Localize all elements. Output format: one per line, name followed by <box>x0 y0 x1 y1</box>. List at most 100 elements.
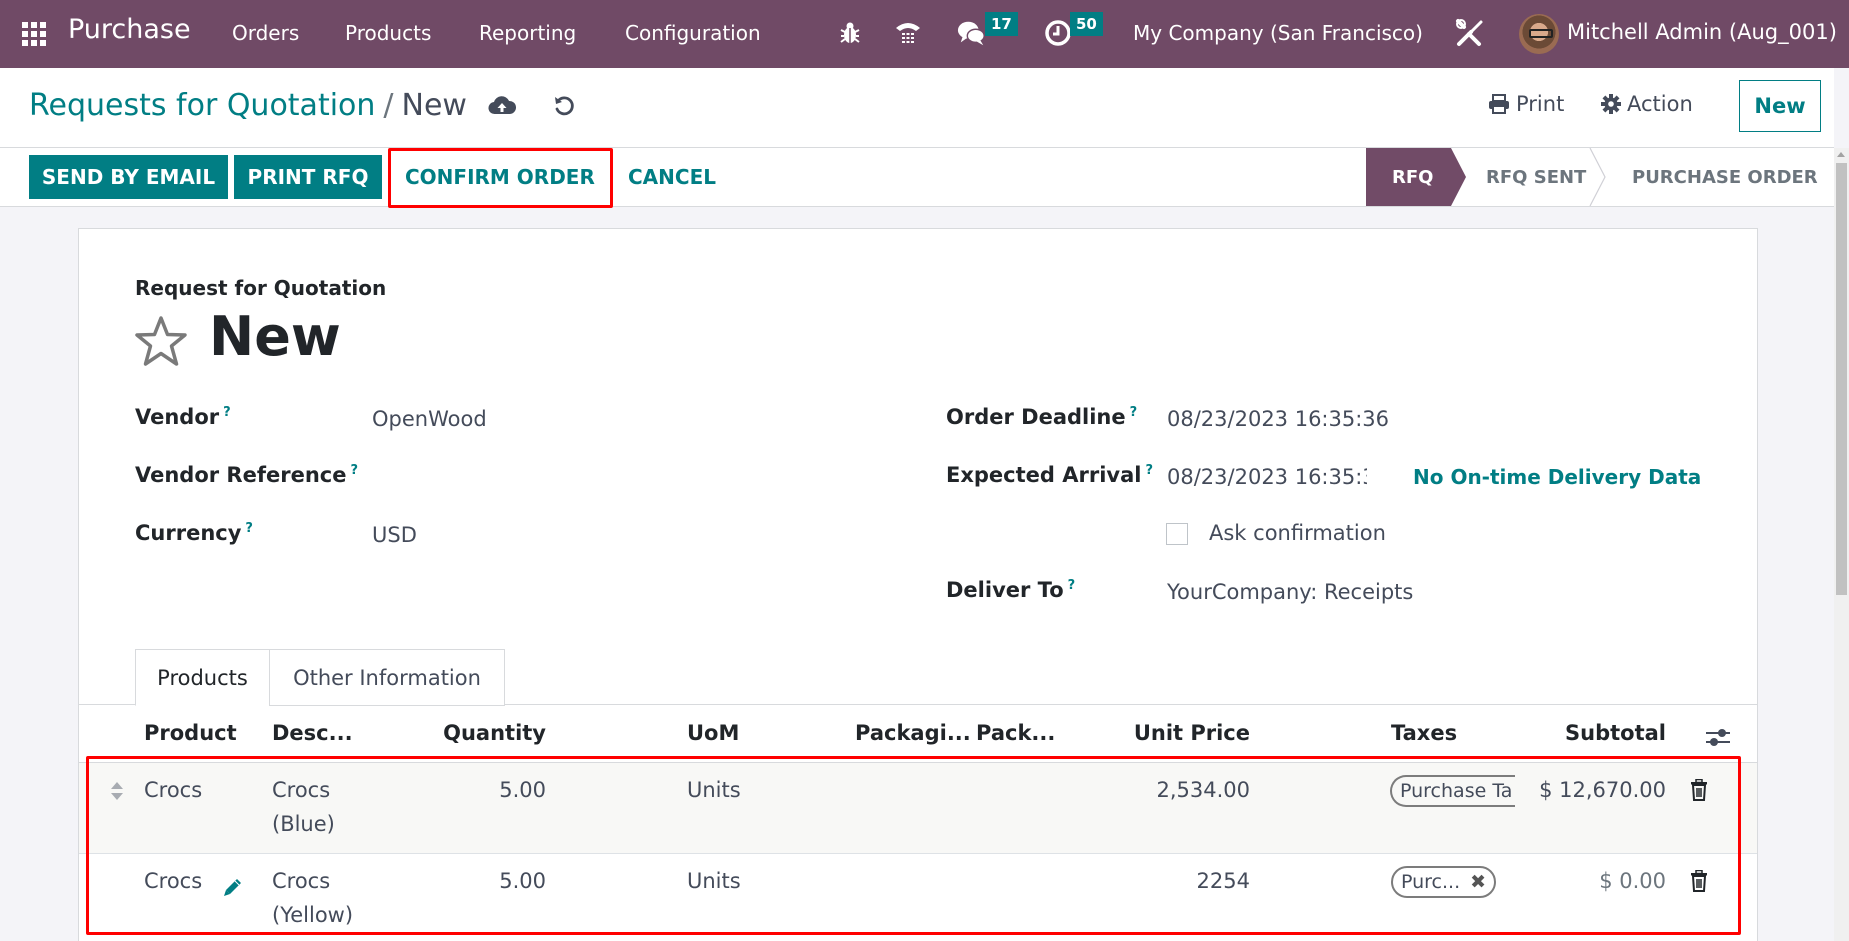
help-tooltip-icon[interactable]: ? <box>1145 463 1153 478</box>
status-rfq[interactable]: RFQ <box>1392 148 1434 206</box>
company-switcher[interactable]: My Company (San Francisco) <box>1133 21 1423 45</box>
order-deadline-label: Order Deadline? <box>946 405 1138 429</box>
printer-icon <box>1489 94 1509 114</box>
document-name: New <box>209 305 341 368</box>
line-quantity[interactable]: 5.00 <box>439 864 546 898</box>
help-tooltip-icon[interactable]: ? <box>245 521 253 536</box>
phone-icon[interactable] <box>893 18 923 48</box>
breadcrumb-current: New <box>401 88 467 123</box>
line-tax-tag[interactable]: Purc... ✖ <box>1391 866 1497 898</box>
debug-icon[interactable] <box>835 18 865 48</box>
activities-count-badge: 50 <box>1070 12 1103 36</box>
column-uom[interactable]: UoM <box>687 721 739 745</box>
line-unit-price[interactable]: 2254 <box>1079 864 1250 898</box>
column-packaging[interactable]: Pack... <box>976 721 1055 745</box>
drag-handle-icon[interactable] <box>110 781 124 801</box>
menu-orders[interactable]: Orders <box>232 21 299 45</box>
column-description[interactable]: Desc... <box>272 721 353 745</box>
top-navbar: Purchase Orders Products Reporting Confi… <box>0 0 1849 68</box>
column-taxes[interactable]: Taxes <box>1391 721 1457 745</box>
line-description[interactable]: Crocs (Yellow) <box>272 864 353 932</box>
deliver-to-field[interactable]: YourCompany: Receipts <box>1167 580 1413 604</box>
help-tooltip-icon[interactable]: ? <box>223 405 231 420</box>
help-tooltip-icon[interactable]: ? <box>1130 405 1138 420</box>
line-product[interactable]: Crocs <box>144 864 202 898</box>
print-button[interactable]: Print <box>1488 92 1564 116</box>
notebook-tabs: Products Other Information <box>79 649 1757 706</box>
messages-count-badge: 17 <box>985 12 1018 36</box>
ask-confirmation-checkbox[interactable] <box>1166 523 1188 545</box>
line-subtotal: $ 0.00 <box>1599 869 1666 893</box>
menu-configuration[interactable]: Configuration <box>625 21 761 45</box>
app-menu-icon[interactable] <box>22 22 46 46</box>
breadcrumb-separator: / <box>383 88 394 123</box>
user-avatar[interactable] <box>1519 14 1559 54</box>
activity-clock-icon[interactable] <box>1043 18 1073 48</box>
gear-icon <box>1601 94 1621 114</box>
order-lines-header: Product Desc... Quantity UoM Packagi... … <box>79 705 1757 763</box>
tab-other-information[interactable]: Other Information <box>269 649 505 706</box>
currency-field[interactable]: USD <box>372 523 417 547</box>
column-subtotal[interactable]: Subtotal <box>1519 721 1666 745</box>
settings-tools-icon[interactable] <box>1455 18 1485 48</box>
vertical-scrollbar[interactable] <box>1834 148 1849 941</box>
priority-star-icon[interactable] <box>133 314 189 370</box>
help-tooltip-icon[interactable]: ? <box>1068 578 1076 593</box>
scrollbar-thumb[interactable] <box>1836 163 1847 595</box>
expected-arrival-label: Expected Arrival? <box>946 463 1154 487</box>
delete-line-trash-icon[interactable] <box>1690 869 1708 892</box>
action-label: Action <box>1627 92 1693 116</box>
vendor-field[interactable]: OpenWood <box>372 407 487 431</box>
menu-products[interactable]: Products <box>345 21 431 45</box>
column-product[interactable]: Product <box>144 721 237 745</box>
breadcrumb-parent-link[interactable]: Requests for Quotation <box>29 88 375 123</box>
breadcrumb: Requests for Quotation / New <box>29 88 467 123</box>
on-time-delivery-info: No On-time Delivery Data <box>1413 465 1702 489</box>
cancel-button[interactable]: CANCEL <box>628 155 716 199</box>
expected-arrival-field[interactable]: 08/23/2023 16:35:3 <box>1167 465 1367 489</box>
remove-tag-icon[interactable]: ✖ <box>1470 871 1486 893</box>
messages-icon[interactable] <box>957 18 987 48</box>
confirm-order-button[interactable]: CONFIRM ORDER <box>405 155 595 199</box>
column-packaging-qty[interactable]: Packagi... <box>855 721 971 745</box>
action-button[interactable]: Action <box>1601 92 1693 116</box>
status-rfq-sent[interactable]: RFQ SENT <box>1486 148 1586 206</box>
edit-pencil-icon[interactable] <box>222 876 244 898</box>
line-description[interactable]: Crocs (Blue) <box>272 773 335 841</box>
ask-confirmation-label[interactable]: Ask confirmation <box>1209 521 1386 545</box>
line-subtotal: $ 12,670.00 <box>1539 778 1666 802</box>
line-unit-price[interactable]: 2,534.00 <box>1079 773 1250 807</box>
discard-undo-icon[interactable] <box>552 94 576 118</box>
line-tax-tag[interactable]: Purchase Ta <box>1390 775 1515 807</box>
form-sheet: Request for Quotation New Vendor? OpenWo… <box>78 228 1758 941</box>
send-by-email-button[interactable]: SEND BY EMAIL <box>29 155 228 199</box>
line-uom[interactable]: Units <box>687 864 741 898</box>
document-type-label: Request for Quotation <box>135 276 387 300</box>
column-unit-price[interactable]: Unit Price <box>1079 721 1250 745</box>
status-purchase-order[interactable]: PURCHASE ORDER <box>1632 148 1818 206</box>
vendor-reference-field[interactable] <box>372 465 772 493</box>
optional-columns-toggle-icon[interactable] <box>1705 725 1731 749</box>
vendor-reference-label: Vendor Reference? <box>135 463 359 487</box>
save-cloud-icon[interactable] <box>488 94 517 118</box>
user-menu[interactable]: Mitchell Admin (Aug_001) <box>1567 20 1837 44</box>
line-quantity[interactable]: 5.00 <box>439 773 546 807</box>
scroll-up-arrow-icon[interactable] <box>1837 152 1845 157</box>
print-label: Print <box>1516 92 1565 116</box>
new-record-button[interactable]: New <box>1739 80 1821 132</box>
print-rfq-button[interactable]: PRINT RFQ <box>234 155 382 199</box>
help-tooltip-icon[interactable]: ? <box>350 463 358 478</box>
order-line-row[interactable]: Crocs Crocs (Blue) 5.00 Units 2,534.00 Pu… <box>79 763 1757 854</box>
line-uom[interactable]: Units <box>687 773 741 807</box>
delete-line-trash-icon[interactable] <box>1690 778 1708 801</box>
deliver-to-label: Deliver To? <box>946 578 1076 602</box>
line-product[interactable]: Crocs <box>144 773 202 807</box>
app-name[interactable]: Purchase <box>68 14 191 45</box>
menu-reporting[interactable]: Reporting <box>479 21 576 45</box>
currency-label: Currency? <box>135 521 253 545</box>
column-quantity[interactable]: Quantity <box>439 721 546 745</box>
tab-products[interactable]: Products <box>135 649 270 706</box>
order-line-row[interactable]: Crocs Crocs (Yellow) 5.00 Units 2254 Purc… <box>79 854 1757 941</box>
control-panel: Requests for Quotation / New Print Action … <box>0 68 1834 207</box>
order-deadline-field[interactable]: 08/23/2023 16:35:36 <box>1167 407 1389 431</box>
